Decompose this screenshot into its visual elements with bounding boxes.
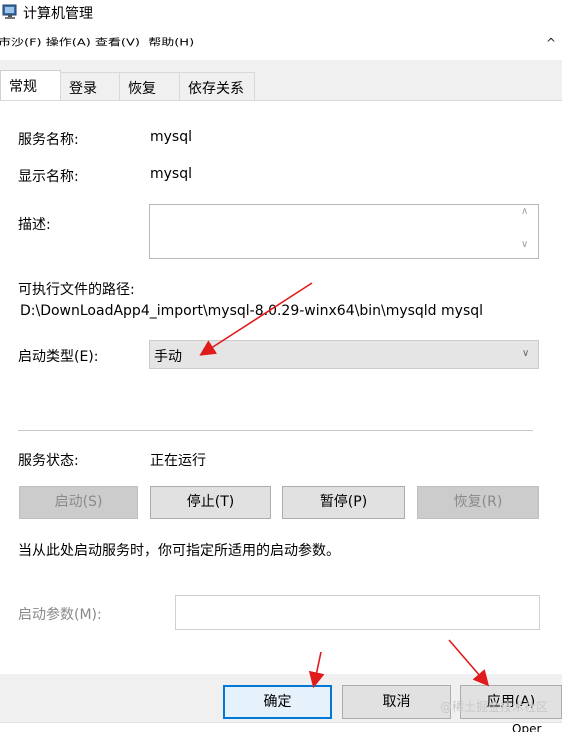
service-name-value: mysql xyxy=(150,129,192,145)
tab-general[interactable]: 常规 xyxy=(0,70,61,100)
pause-service-button[interactable]: 暂停(P) xyxy=(282,486,405,519)
service-status-value: 正在运行 xyxy=(150,453,206,469)
background-window-strip xyxy=(0,722,562,732)
window-title: 计算机管理 xyxy=(23,6,93,22)
general-tab-panel xyxy=(0,100,562,674)
display-name-label: 显示名称: xyxy=(18,169,79,185)
startup-type-label: 启动类型(E): xyxy=(18,349,99,365)
divider xyxy=(18,430,533,431)
resume-service-button[interactable]: 恢复(R) xyxy=(417,486,539,519)
display-name-value: mysql xyxy=(150,166,192,182)
service-status-label: 服务状态: xyxy=(18,453,79,469)
start-params-input[interactable] xyxy=(175,595,540,630)
scroll-up-icon[interactable]: ∧ xyxy=(521,206,528,217)
stop-service-button[interactable]: 停止(T) xyxy=(150,486,271,519)
startup-type-select[interactable]: 手动 xyxy=(149,340,539,369)
computer-management-icon xyxy=(2,4,17,19)
exec-path-value: D:\DownLoadApp4_import\mysql-8.0.29-winx… xyxy=(20,303,484,319)
tab-dependencies[interactable]: 依存关系 xyxy=(179,72,255,100)
collapse-ribbon-icon[interactable]: ^ xyxy=(546,36,556,50)
chevron-down-icon[interactable]: ∨ xyxy=(522,348,529,359)
watermark: @稀土掘金技术社区 xyxy=(440,700,549,714)
background-open-text: Oper xyxy=(512,722,542,732)
start-params-label: 启动参数(M): xyxy=(18,607,102,623)
service-name-label: 服务名称: xyxy=(18,132,79,148)
start-service-button[interactable]: 启动(S) xyxy=(19,486,138,519)
ok-button[interactable]: 确定 xyxy=(223,685,332,719)
scroll-down-icon[interactable]: ∨ xyxy=(521,239,528,250)
tab-logon[interactable]: 登录 xyxy=(60,72,120,100)
description-textbox[interactable] xyxy=(149,204,539,259)
description-label: 描述: xyxy=(18,217,51,233)
menu-bar[interactable]: 市沙(F) 操作(A) 查看(V) 帮助(H) xyxy=(0,32,562,54)
menu-bar-text[interactable]: 市沙(F) 操作(A) 查看(V) 帮助(H) xyxy=(0,34,194,48)
cancel-button[interactable]: 取消 xyxy=(342,685,451,719)
exec-path-label: 可执行文件的路径: xyxy=(18,282,135,298)
tab-bar: 常规 登录 恢复 依存关系 xyxy=(0,70,562,100)
tab-recovery[interactable]: 恢复 xyxy=(119,72,180,100)
start-params-hint: 当从此处启动服务时，你可指定所适用的启动参数。 xyxy=(18,543,340,559)
